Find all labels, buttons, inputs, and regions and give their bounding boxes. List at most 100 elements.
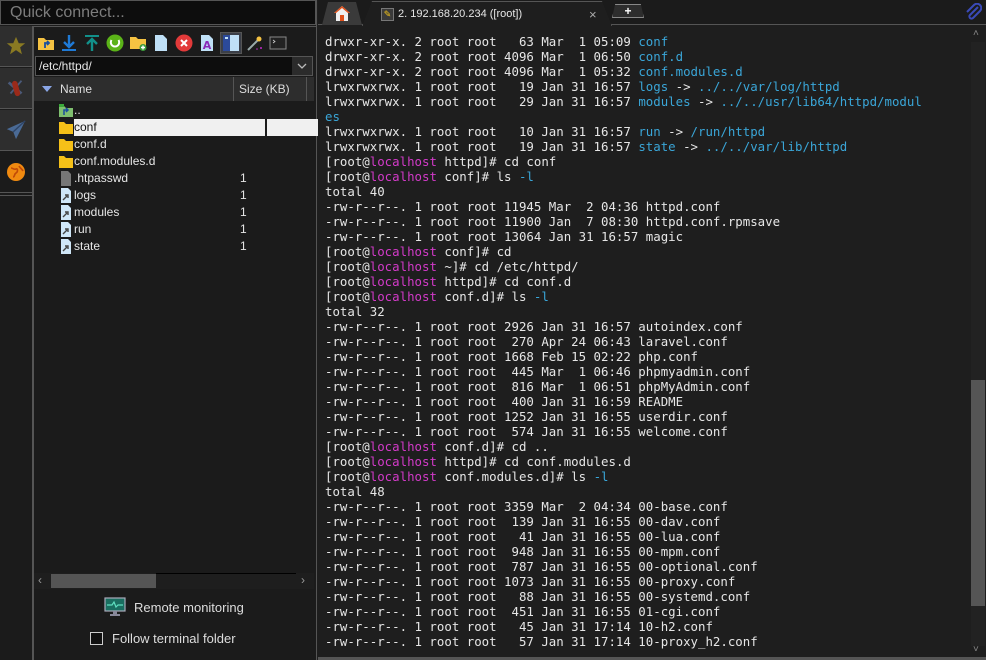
prompt-hostname: localhost [369, 154, 437, 169]
scroll-left-icon[interactable]: ‹ [38, 573, 42, 587]
terminal-line: [root@localhost ~]# cd /etc/httpd/ [325, 259, 970, 274]
scroll-right-icon[interactable]: › [301, 573, 305, 587]
column-header-name[interactable]: Name [34, 77, 234, 101]
scroll-up-icon[interactable]: ˄ [973, 28, 979, 39]
terminal-line: -rw-r--r--. 1 root root 787 Jan 31 16:55… [325, 559, 970, 574]
file-row[interactable]: conf.d [34, 136, 314, 153]
terminal-line: [root@localhost conf.d]# cd .. [325, 439, 970, 454]
terminal-text: -rw-r--r--. 1 root root 139 Jan 31 16:55… [325, 514, 721, 529]
file-row[interactable]: conf [34, 119, 339, 136]
terminal-text: drwxr-xr-x. 2 root root 63 Mar 1 05:09 [325, 34, 639, 49]
terminal-line: -rw-r--r--. 1 root root 451 Jan 31 16:55… [325, 604, 970, 619]
terminal-text: -rw-r--r--. 1 root root 574 Jan 31 16:55… [325, 424, 728, 439]
file-row[interactable]: .htpasswd 1 [34, 170, 314, 187]
terminal-text: [root@ [325, 274, 370, 289]
new-folder-button[interactable] [128, 32, 148, 54]
upload-button[interactable] [82, 32, 102, 54]
rename-button[interactable]: A [197, 32, 217, 54]
new-tab-button[interactable]: + [612, 4, 644, 18]
new-file-button[interactable] [151, 32, 171, 54]
delete-button[interactable] [174, 32, 194, 54]
file-name: conf.modules.d [74, 154, 156, 168]
new-file-icon [155, 35, 167, 51]
tab-home[interactable] [322, 2, 362, 25]
terminal-text: total 48 [325, 484, 385, 499]
sidebar [0, 26, 33, 660]
file-icon [58, 171, 74, 186]
file-size: 1 [240, 171, 247, 185]
terminal-text: -rw-r--r--. 1 root root 11900 Jan 7 08:3… [325, 214, 781, 229]
terminal-link-text: conf [638, 34, 669, 49]
symlink-icon [58, 188, 74, 203]
magic-wand-button[interactable] [245, 32, 265, 54]
symlink-icon [58, 205, 74, 220]
terminal-line: lrwxrwxrwx. 1 root root 19 Jan 31 16:57 … [325, 139, 970, 154]
sidebar-item-sftp[interactable] [0, 152, 32, 193]
rename-icon: A [201, 35, 213, 52]
terminal-text: total 32 [325, 304, 385, 319]
terminal-text: -> [690, 94, 721, 109]
vertical-scroll-thumb[interactable] [971, 380, 985, 606]
file-row[interactable]: run 1 [34, 221, 314, 238]
horizontal-scroll-thumb[interactable] [51, 574, 156, 588]
sidebar-item-favorites[interactable] [0, 26, 32, 67]
split-view-button[interactable] [220, 32, 242, 54]
terminal-line: drwxr-xr-x. 2 root root 4096 Mar 1 05:32… [325, 64, 970, 79]
download-button[interactable] [59, 32, 79, 54]
refresh-button[interactable] [105, 32, 125, 54]
terminal-link-text: /run/httpd [690, 124, 766, 139]
remote-monitoring-button[interactable]: Remote monitoring [104, 597, 244, 617]
horizontal-scrollbar[interactable]: ‹ › [34, 573, 314, 589]
file-row[interactable]: logs 1 [34, 187, 314, 204]
open-terminal-button[interactable] [268, 32, 288, 54]
path-dropdown-button[interactable] [292, 57, 312, 75]
path-input[interactable]: /etc/httpd/ [36, 57, 292, 75]
terminal-text: -l [593, 469, 609, 484]
terminal-line: -rw-r--r--. 1 root root 445 Mar 1 06:46 … [325, 364, 970, 379]
terminal-output[interactable]: drwxr-xr-x. 2 root root 63 Mar 1 05:09 c… [318, 26, 970, 660]
file-row[interactable]: modules 1 [34, 204, 314, 221]
magic-wand-icon [247, 36, 262, 51]
file-size: 1 [240, 222, 247, 236]
file-row[interactable]: .. [34, 102, 314, 119]
file-name: modules [74, 205, 120, 219]
terminal-text: -rw-r--r--. 1 root root 41 Jan 31 16:55 … [325, 529, 721, 544]
close-tab-icon[interactable]: × [589, 7, 597, 22]
download-icon [62, 35, 76, 51]
column-header-size-label: Size (KB) [239, 82, 290, 96]
terminal-link-text: conf.d [638, 49, 684, 64]
star-icon [6, 36, 26, 55]
terminal-text: -rw-r--r--. 1 root root 948 Jan 31 16:55… [325, 544, 721, 559]
file-row[interactable]: state 1 [34, 238, 314, 255]
symlink-icon [58, 222, 74, 237]
terminal-line: -rw-r--r--. 1 root root 11900 Jan 7 08:3… [325, 214, 970, 229]
paperclip-icon[interactable] [964, 3, 982, 21]
quick-connect-input[interactable]: Quick connect... [0, 0, 316, 25]
file-name: run [74, 222, 92, 236]
terminal-text: lrwxrwxrwx. 1 root root 29 Jan 31 16:57 [325, 94, 639, 109]
sidebar-item-tools[interactable] [0, 68, 32, 109]
terminal-line: [root@localhost httpd]# cd conf [325, 154, 970, 169]
terminal-line: lrwxrwxrwx. 1 root root 29 Jan 31 16:57 … [325, 94, 970, 109]
terminal-text: [root@ [325, 454, 370, 469]
follow-terminal-folder[interactable]: Follow terminal folder [90, 631, 236, 646]
terminal-line: [root@localhost conf.d]# ls -l [325, 289, 970, 304]
sort-descending-icon [42, 86, 52, 92]
tab-session[interactable]: ✎ 2. 192.168.20.234 ([root]) × [362, 1, 612, 26]
file-list: .. conf conf.d conf.modules.d .htpasswd 1 logs… [34, 102, 339, 255]
sidebar-item-send[interactable] [0, 110, 32, 151]
parent-directory-button[interactable] [36, 32, 56, 54]
file-list-header: Name Size (KB) [34, 77, 314, 101]
file-row[interactable]: conf.modules.d [34, 153, 314, 170]
tools-icon [7, 80, 23, 97]
file-toolbar: A [36, 31, 288, 55]
terminal-link-text: ../../var/lib/httpd [705, 139, 848, 154]
terminal-line: -rw-r--r--. 1 root root 2926 Jan 31 16:5… [325, 319, 970, 334]
sidebar-empty-area [0, 195, 32, 660]
terminal-line: -rw-r--r--. 1 root root 270 Apr 24 06:43… [325, 334, 970, 349]
follow-terminal-checkbox[interactable] [90, 632, 103, 645]
scroll-down-icon[interactable]: ˅ [973, 644, 979, 655]
vertical-scrollbar[interactable]: ˄ ˅ [970, 26, 986, 660]
column-header-size[interactable]: Size (KB) [234, 77, 307, 101]
folder-icon [58, 154, 74, 169]
